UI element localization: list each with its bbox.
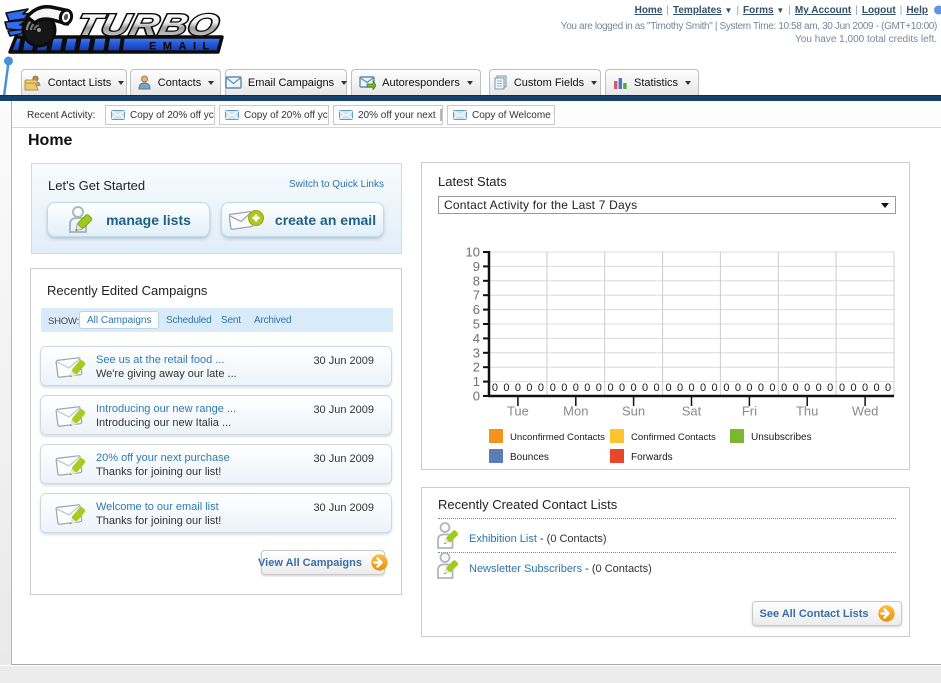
svg-text:Thu: Thu [796, 404, 818, 419]
svg-text:0: 0 [596, 382, 602, 394]
svg-text:0: 0 [654, 382, 660, 394]
svg-text:0: 0 [619, 382, 625, 394]
svg-text:Sat: Sat [682, 404, 702, 419]
svg-text:0: 0 [851, 382, 857, 394]
svg-text:4: 4 [473, 331, 480, 346]
svg-text:6: 6 [473, 302, 480, 317]
svg-text:0: 0 [538, 382, 544, 394]
svg-text:Unsubscribes: Unsubscribes [751, 432, 812, 443]
svg-text:0: 0 [885, 382, 891, 394]
svg-text:0: 0 [631, 382, 637, 394]
svg-text:TURBO: TURBO [73, 9, 223, 42]
svg-text:1: 1 [473, 374, 480, 389]
svg-text:0: 0 [584, 382, 590, 394]
svg-text:Sun: Sun [622, 404, 645, 419]
svg-text:0: 0 [793, 382, 799, 394]
svg-text:0: 0 [561, 382, 567, 394]
svg-text:0: 0 [758, 382, 764, 394]
svg-text:Wed: Wed [852, 404, 879, 419]
svg-text:8: 8 [473, 273, 480, 288]
svg-text:Bounces: Bounces [510, 452, 549, 463]
svg-text:7: 7 [473, 288, 480, 303]
svg-text:0: 0 [723, 382, 729, 394]
svg-text:5: 5 [473, 317, 480, 332]
svg-text:0: 0 [677, 382, 683, 394]
svg-text:Fri: Fri [742, 404, 757, 419]
svg-text:0: 0 [526, 382, 532, 394]
svg-text:EMAIL: EMAIL [149, 41, 216, 53]
svg-text:0: 0 [735, 382, 741, 394]
svg-text:0: 0 [711, 382, 717, 394]
svg-text:0: 0 [473, 389, 480, 404]
svg-text:Forwards: Forwards [631, 452, 673, 463]
svg-text:0: 0 [827, 382, 833, 394]
svg-text:0: 0 [874, 382, 880, 394]
svg-text:0: 0 [550, 382, 556, 394]
svg-text:0: 0 [665, 382, 671, 394]
svg-text:0: 0 [862, 382, 868, 394]
svg-text:2: 2 [473, 360, 480, 375]
svg-text:0: 0 [839, 382, 845, 394]
svg-text:10: 10 [466, 245, 480, 260]
svg-text:Unconfirmed Contacts: Unconfirmed Contacts [510, 432, 605, 443]
svg-text:9: 9 [473, 259, 480, 274]
svg-text:Confirmed Contacts: Confirmed Contacts [631, 432, 716, 443]
svg-text:0: 0 [608, 382, 614, 394]
svg-text:0: 0 [515, 382, 521, 394]
svg-text:0: 0 [700, 382, 706, 394]
svg-text:Tue: Tue [507, 404, 529, 419]
svg-text:0: 0 [492, 382, 498, 394]
svg-text:0: 0 [642, 382, 648, 394]
svg-text:0: 0 [769, 382, 775, 394]
svg-text:0: 0 [503, 382, 509, 394]
svg-text:Mon: Mon [563, 404, 588, 419]
svg-text:0: 0 [816, 382, 822, 394]
svg-text:0: 0 [688, 382, 694, 394]
svg-text:0: 0 [746, 382, 752, 394]
svg-text:3: 3 [473, 345, 480, 360]
svg-text:0: 0 [804, 382, 810, 394]
svg-text:0: 0 [573, 382, 579, 394]
svg-text:0: 0 [781, 382, 787, 394]
